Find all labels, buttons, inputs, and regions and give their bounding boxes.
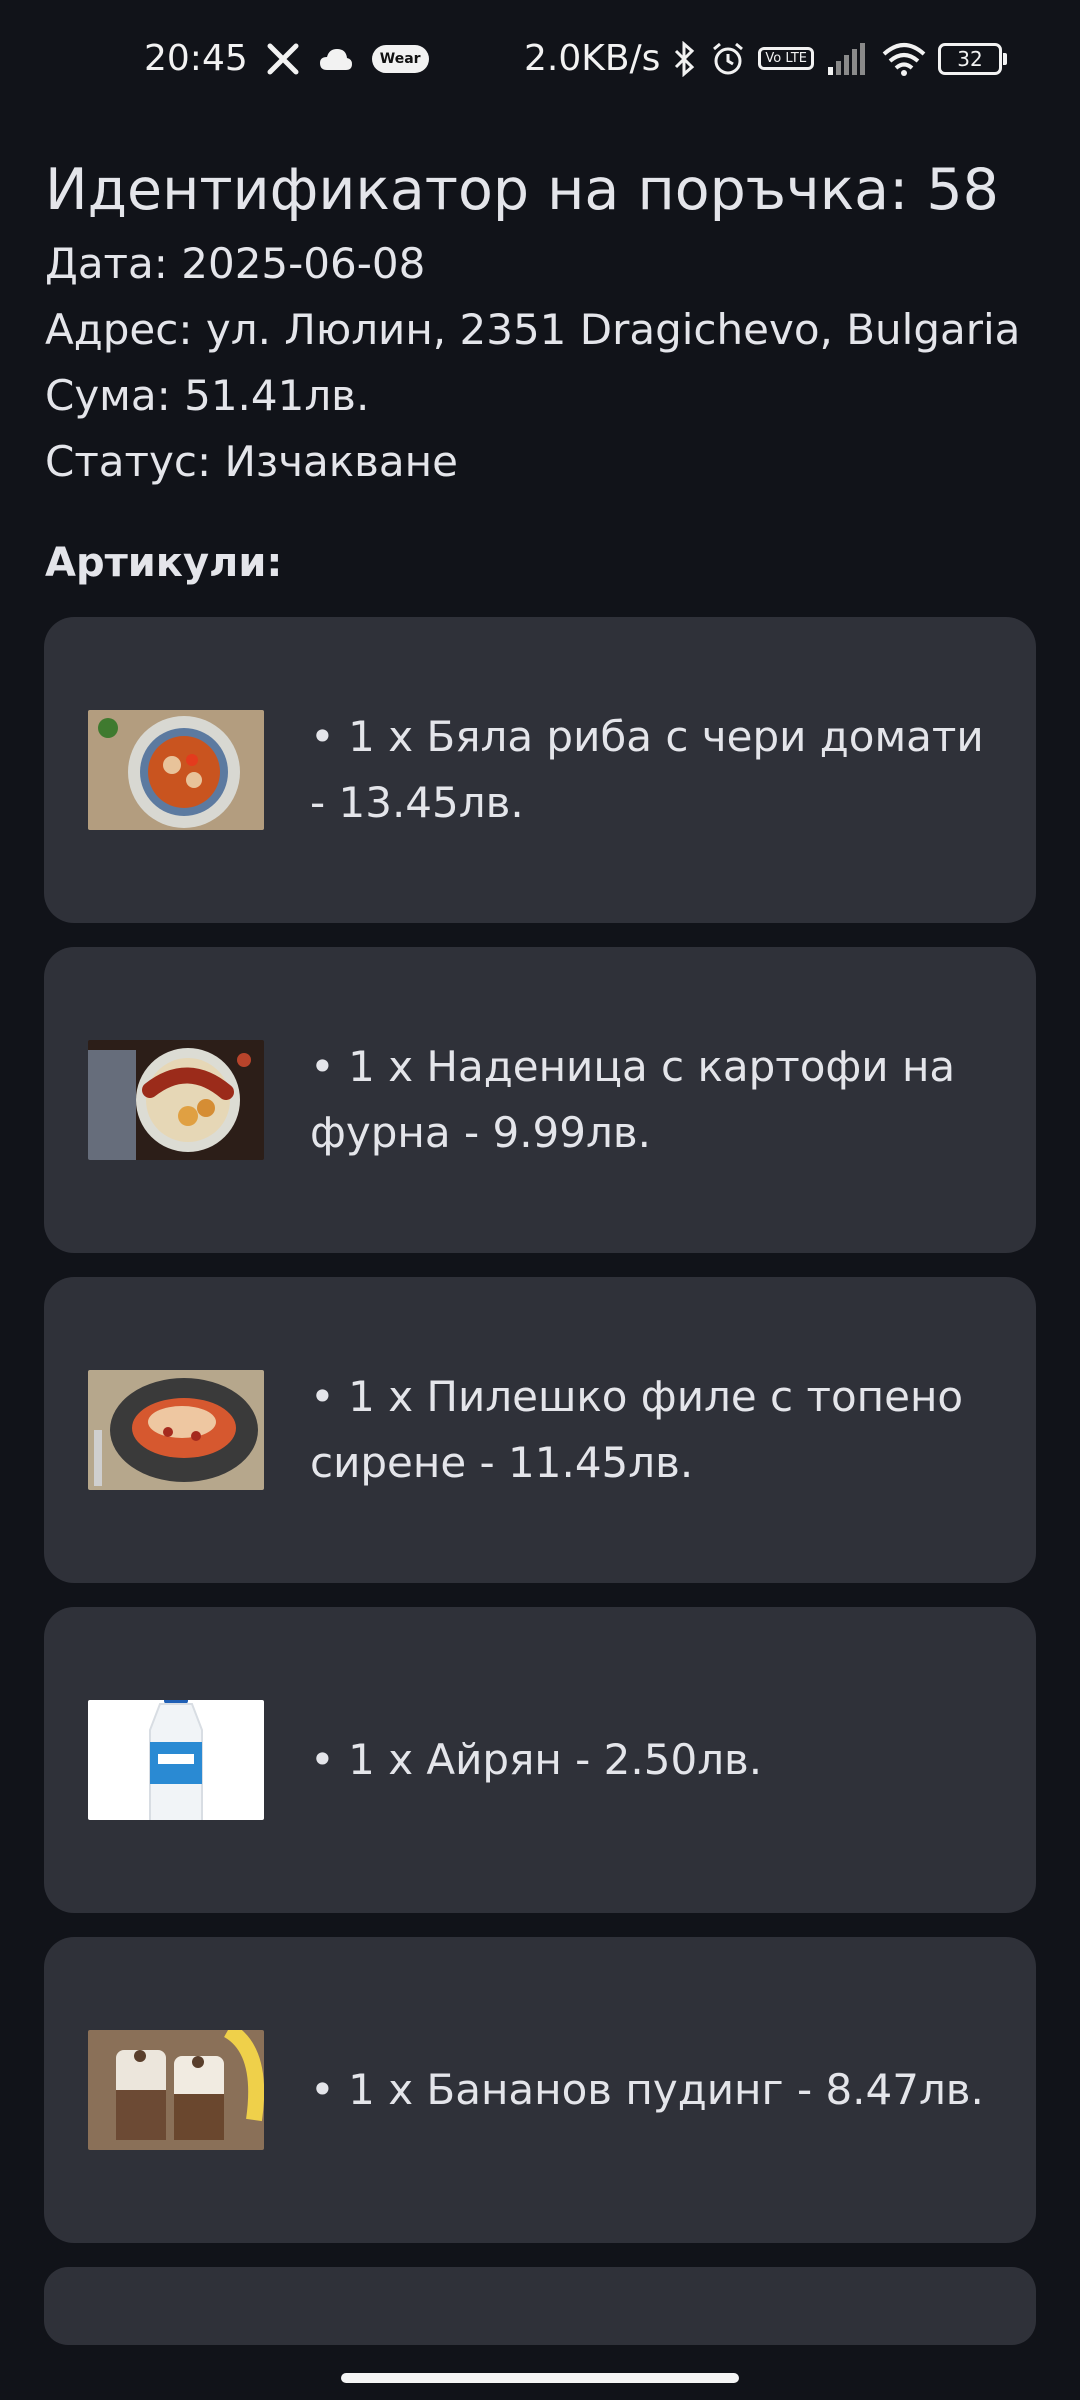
sausage-baked-potatoes-image	[88, 1040, 264, 1160]
bluetooth-icon	[672, 40, 698, 77]
network-speed: 2.0KB/s	[523, 38, 661, 79]
order-item-card[interactable]: • 1 x Айрян - 2.50лв.	[44, 1607, 1036, 1913]
order-item-text: • 1 x Бяла риба с чери домати - 13.45лв.	[310, 712, 984, 827]
signal-icon	[826, 42, 870, 75]
gesture-navigation-handle[interactable]	[341, 2373, 739, 2383]
order-details: Идентификатор на поръчка: 58 Дата: 2025-…	[45, 155, 1035, 495]
order-item-card[interactable]: • 1 x Наденица с картофи на фурна - 9.99…	[44, 947, 1036, 1253]
order-item-card-partial[interactable]	[44, 2267, 1036, 2345]
battery-icon: 32	[938, 42, 1007, 75]
order-item-text: • 1 x Наденица с картофи на фурна - 9.99…	[310, 1042, 956, 1157]
order-item-text: • 1 x Айрян - 2.50лв.	[310, 1735, 763, 1784]
order-item-text: • 1 x Бананов пудинг - 8.47лв.	[310, 2065, 984, 2114]
cloud-icon	[318, 46, 354, 72]
items-heading: Артикули:	[45, 540, 283, 586]
order-item-text: • 1 x Пилешко филе с топено сирене - 11.…	[310, 1372, 964, 1487]
wear-icon: Wear	[371, 44, 429, 73]
status-time: 20:45	[144, 38, 248, 79]
banana-pudding-image	[88, 2030, 264, 2150]
order-item-card[interactable]: • 1 x Бяла риба с чери домати - 13.45лв.	[44, 617, 1036, 923]
x-icon	[266, 42, 300, 76]
alarm-icon	[710, 41, 746, 77]
order-status: Статус: Изчакване	[45, 437, 458, 486]
ayran-bottle-image	[88, 1700, 264, 1820]
wifi-icon	[882, 42, 926, 76]
status-bar: 20:45 Wear 2.0KB/s Vo LTE 32	[0, 0, 1080, 120]
chicken-fillet-cheese-image	[88, 1370, 264, 1490]
order-address: Адрес: ул. Люлин, 2351 Dragichevo, Bulga…	[45, 305, 1021, 354]
fish-cherry-tomatoes-image	[88, 710, 264, 830]
order-total: Сума: 51.41лв.	[45, 371, 370, 420]
order-item-card[interactable]: • 1 x Пилешко филе с топено сирене - 11.…	[44, 1277, 1036, 1583]
order-title: Идентификатор на поръчка: 58	[45, 157, 999, 223]
volte-icon: Vo LTE	[758, 47, 814, 70]
order-item-card[interactable]: • 1 x Бананов пудинг - 8.47лв.	[44, 1937, 1036, 2243]
order-date: Дата: 2025-06-08	[45, 239, 426, 288]
